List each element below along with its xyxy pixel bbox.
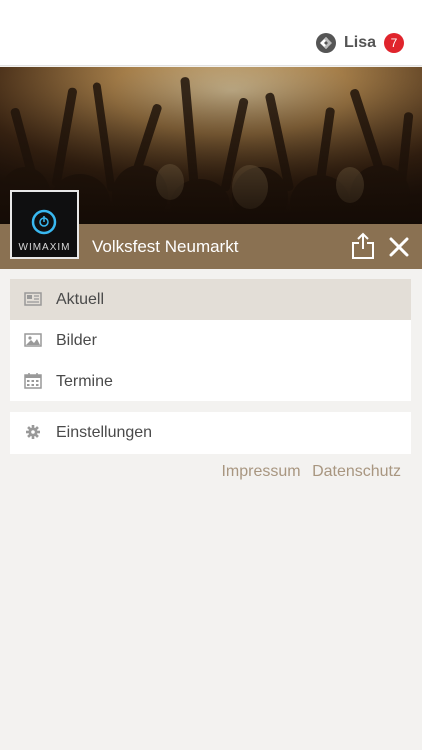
gear-icon: [26, 425, 40, 439]
datenschutz-link[interactable]: Datenschutz: [312, 463, 401, 480]
close-icon[interactable]: [388, 236, 410, 258]
menu-item-label: Bilder: [56, 331, 97, 349]
menu-item-bilder[interactable]: Bilder: [10, 320, 411, 361]
newspaper-icon: [24, 292, 42, 306]
menu-item-einstellungen[interactable]: Einstellungen: [10, 412, 411, 453]
share-icon[interactable]: [350, 232, 376, 260]
footer-links: Impressum Datenschutz: [214, 463, 401, 481]
event-avatar: WIMAXIM: [10, 190, 79, 259]
app-logo-icon: [315, 33, 336, 53]
main-menu: Aktuell Bilder Termine: [10, 279, 411, 401]
menu-item-termine[interactable]: Termine: [10, 361, 411, 402]
avatar-brand-text: WIMAXIM: [18, 242, 71, 253]
notification-badge[interactable]: 7: [384, 33, 404, 53]
menu-item-aktuell[interactable]: Aktuell: [10, 279, 411, 320]
menu-item-label: Einstellungen: [56, 423, 153, 441]
image-icon: [24, 333, 42, 347]
menu-item-label: Aktuell: [56, 290, 105, 308]
settings-menu: Einstellungen: [10, 412, 411, 454]
user-name: Lisa: [343, 34, 376, 51]
impressum-link[interactable]: Impressum: [221, 463, 300, 480]
top-bar: Lisa 7: [0, 0, 422, 66]
menu-item-label: Termine: [56, 372, 113, 390]
event-title: Volksfest Neumarkt: [92, 237, 239, 256]
power-icon: [31, 209, 57, 235]
user-account-button[interactable]: Lisa 7: [315, 30, 404, 56]
calendar-icon: [24, 373, 42, 389]
